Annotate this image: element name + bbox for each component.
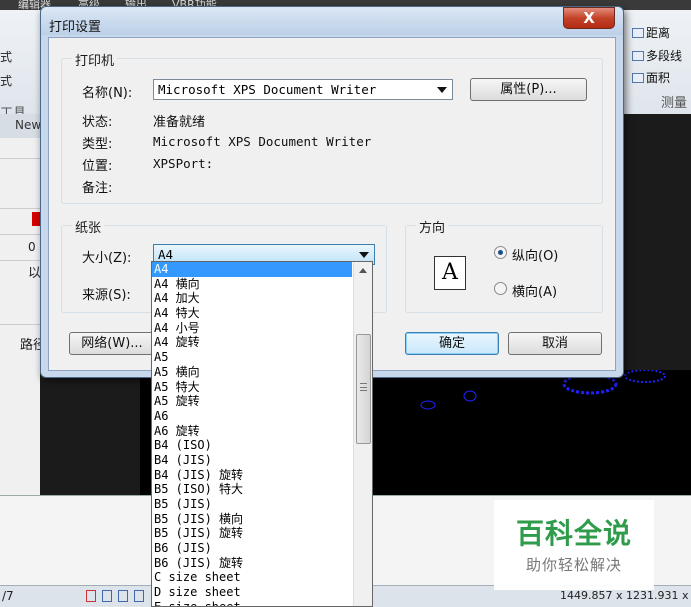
portrait-radio[interactable] xyxy=(494,246,507,259)
cancel-button[interactable]: 取消 xyxy=(508,332,602,355)
ribbon-measure-panel: 距离 多段线 面积 测量 xyxy=(624,10,691,114)
close-icon: X xyxy=(583,9,595,27)
dropdown-option[interactable]: B5 (ISO) 特大 xyxy=(152,482,352,497)
close-button[interactable]: X xyxy=(563,7,615,29)
orientation-group-title: 方向 xyxy=(416,217,449,236)
dropdown-option[interactable]: B5 (JIS) xyxy=(152,497,352,512)
dropdown-option[interactable]: A4 xyxy=(152,262,352,277)
color-swatch[interactable] xyxy=(32,212,40,226)
polyline-icon xyxy=(632,50,644,61)
ribbon-left-item[interactable]: 式 xyxy=(0,72,12,89)
dropdown-option[interactable]: E size sheet xyxy=(152,600,352,606)
printer-location-value: XPSPort: xyxy=(153,156,214,171)
dropdown-option[interactable]: B5 (JIS) 旋转 xyxy=(152,526,352,541)
portrait-label[interactable]: 纵向(O) xyxy=(512,245,558,264)
layout-counter: /7 xyxy=(2,589,14,603)
dropdown-option[interactable]: A4 小号 xyxy=(152,321,352,336)
printer-status-label: 状态: xyxy=(82,115,113,130)
watermark: 百科全说 助你轻松解决 xyxy=(494,500,654,590)
polar-icon[interactable] xyxy=(134,590,144,602)
watermark-title: 百科全说 xyxy=(515,517,632,550)
chevron-down-icon xyxy=(437,87,447,93)
grid-icon[interactable] xyxy=(102,590,112,602)
dropdown-option[interactable]: C size sheet xyxy=(152,570,352,585)
printer-group: 打印机 名称(N): Microsoft XPS Document Writer… xyxy=(61,50,603,204)
palette-row xyxy=(0,324,40,325)
ok-button[interactable]: 确定 xyxy=(405,332,499,355)
dropdown-option[interactable]: A5 特大 xyxy=(152,380,352,395)
orientation-group: 方向 A 纵向(O) 横向(A) xyxy=(405,217,603,313)
ruler-icon xyxy=(632,27,644,38)
printer-name-select[interactable]: Microsoft XPS Document Writer xyxy=(153,79,453,100)
distance-tool[interactable]: 距离 xyxy=(632,24,670,41)
palette-row xyxy=(0,260,40,261)
landscape-label[interactable]: 横向(A) xyxy=(512,281,557,300)
printer-group-title: 打印机 xyxy=(72,50,118,69)
watermark-subtitle: 助你轻松解决 xyxy=(525,556,622,574)
dropdown-option[interactable]: A6 旋转 xyxy=(152,424,352,439)
cursor-coordinates: 1449.857 x 1231.931 x xyxy=(560,589,689,602)
dropdown-option[interactable]: B4 (ISO) xyxy=(152,438,352,453)
dropdown-option[interactable]: D size sheet xyxy=(152,585,352,600)
palette-row xyxy=(0,234,40,235)
printer-name-value: Microsoft XPS Document Writer xyxy=(158,82,377,97)
measure-group-label: 测量 xyxy=(660,96,687,111)
properties-button[interactable]: 属性(P)... xyxy=(470,78,587,101)
dropdown-option[interactable]: A5 xyxy=(152,350,352,365)
dropdown-option[interactable]: B4 (JIS) xyxy=(152,453,352,468)
dropdown-option[interactable]: A5 横向 xyxy=(152,365,352,380)
area-tool[interactable]: 面积 xyxy=(632,69,670,86)
dropdown-option[interactable]: A6 xyxy=(152,409,352,424)
dropdown-items: A4 A4 横向 A4 加大 A4 特大 A4 小号 A4 旋转 A5 A5 横向 A5 特大 A… xyxy=(152,262,372,606)
scroll-up-icon[interactable] xyxy=(359,268,367,273)
dropdown-option[interactable]: B5 (JIS) 横向 xyxy=(152,512,352,527)
printer-comment-label: 备注: xyxy=(82,181,113,196)
printer-status-value: 准备就绪 xyxy=(153,115,206,130)
network-button[interactable]: 网络(W)... xyxy=(69,332,155,355)
dropdown-option[interactable]: A4 旋转 xyxy=(152,335,352,350)
dropdown-option[interactable]: B6 (JIS) xyxy=(152,541,352,556)
palette-value: 0 xyxy=(28,240,36,254)
dialog-titlebar[interactable]: 打印设置 X xyxy=(41,7,623,35)
paper-size-dropdown-list[interactable]: A4 A4 横向 A4 加大 A4 特大 A4 小号 A4 旋转 A5 A5 横向 A5 特大 A… xyxy=(151,261,373,607)
properties-palette xyxy=(0,138,40,498)
paper-size-label: 大小(Z): xyxy=(82,251,132,266)
printer-name-label: 名称(N): xyxy=(82,86,133,101)
document-tabstrip: New xyxy=(0,114,41,138)
printer-type-label: 类型: xyxy=(82,137,113,152)
ribbon-left-item[interactable]: 式 xyxy=(0,48,12,65)
printer-location-label: 位置: xyxy=(82,159,113,174)
new-tab[interactable]: New xyxy=(15,118,41,132)
chevron-down-icon xyxy=(359,252,369,258)
paper-source-label: 来源(S): xyxy=(82,288,131,303)
paper-group-title: 纸张 xyxy=(72,217,105,236)
dropdown-option[interactable]: B4 (JIS) 旋转 xyxy=(152,468,352,483)
dialog-title: 打印设置 xyxy=(49,20,102,35)
paper-size-value: A4 xyxy=(158,247,174,262)
palette-row xyxy=(0,208,40,209)
scrollbar-thumb[interactable] xyxy=(356,334,371,444)
ortho-icon[interactable] xyxy=(118,590,128,602)
palette-row xyxy=(0,158,40,159)
landscape-radio[interactable] xyxy=(494,282,507,295)
dropdown-option[interactable]: A5 旋转 xyxy=(152,394,352,409)
dropdown-option[interactable]: A4 特大 xyxy=(152,306,352,321)
dropdown-option[interactable]: A4 横向 xyxy=(152,277,352,292)
status-toggles xyxy=(86,590,144,602)
dropdown-option[interactable]: B6 (JIS) 旋转 xyxy=(152,556,352,571)
snap-icon[interactable] xyxy=(86,590,96,602)
polyline-tool[interactable]: 多段线 xyxy=(632,47,682,64)
area-icon xyxy=(632,72,644,83)
ribbon-left-panel: 式 式 工具 xyxy=(0,10,40,121)
printer-type-value: Microsoft XPS Document Writer xyxy=(153,134,372,149)
dropdown-scrollbar[interactable] xyxy=(353,262,372,606)
grip-icon xyxy=(360,383,367,391)
portrait-preview-icon: A xyxy=(434,256,466,290)
dropdown-option[interactable]: A4 加大 xyxy=(152,291,352,306)
